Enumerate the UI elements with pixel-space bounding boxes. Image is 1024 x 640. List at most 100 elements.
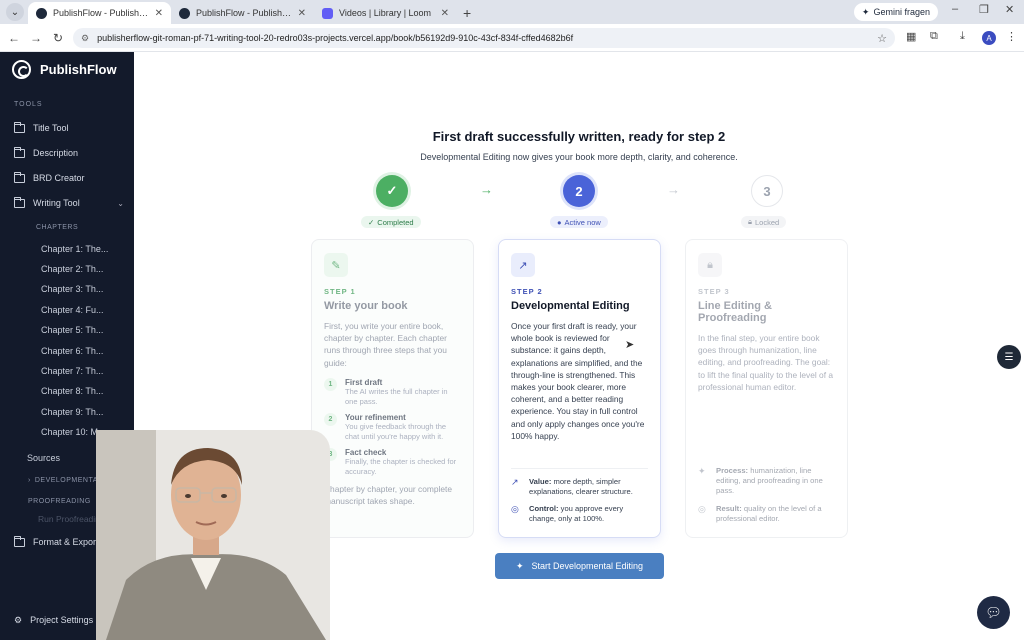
tab-search-button[interactable]: ⌄: [6, 3, 24, 21]
close-icon[interactable]: ✕: [441, 8, 449, 19]
pencil-icon: ✎: [324, 253, 348, 277]
chapter-link[interactable]: Chapter 5: Th...: [41, 325, 111, 335]
folder-icon: [14, 146, 25, 158]
control-meta: ◎ Control: you approve every change, onl…: [511, 504, 648, 524]
sparkle-icon: ✦: [515, 560, 524, 571]
status-badge-locked: 🔒︎ Locked: [741, 216, 787, 228]
browser-tab-strip: ⌄ PublishFlow - Publish Your First ✕ Pub…: [0, 0, 1024, 24]
chapter-link[interactable]: Chapter 2: Th...: [41, 264, 111, 274]
mouse-cursor-icon: ➤: [625, 339, 635, 351]
chevron-down-icon: ⌄: [117, 198, 124, 208]
arrow-right-icon: →: [667, 182, 680, 197]
download-icon[interactable]: ⤓: [960, 30, 965, 43]
forward-icon[interactable]: →: [25, 31, 47, 45]
substep-list: 1 First draft The AI writes the full cha…: [324, 377, 461, 477]
meta-key: Result:: [716, 504, 742, 513]
card-footer: Chapter by chapter, your complete manusc…: [324, 483, 453, 506]
address-bar[interactable]: ⚙ publisherflow-git-roman-pf-71-writing-…: [73, 28, 895, 48]
restore-icon[interactable]: ❐: [979, 3, 989, 16]
profile-avatar[interactable]: A: [982, 31, 996, 45]
sidebar-item-label: Title Tool: [33, 123, 69, 133]
chapter-link[interactable]: Chapter 3: Th...: [41, 284, 111, 294]
chapter-link[interactable]: Chapter 9: Th...: [41, 407, 111, 417]
bookmark-star-icon[interactable]: ☆: [877, 32, 887, 45]
substep-desc: Finally, the chapter is checked for accu…: [345, 456, 457, 476]
url-text: publisherflow-git-roman-pf-71-writing-to…: [97, 33, 574, 43]
site-info-icon[interactable]: ⚙: [81, 33, 89, 44]
substep-title: First draft: [345, 377, 383, 387]
chat-bubble-icon: 💬︎: [985, 604, 1002, 620]
lock-icon: 🔒︎: [748, 217, 752, 226]
step-1-card: ✎ STEP 1 Write your book First, you writ…: [311, 239, 474, 538]
gemini-button[interactable]: ✦ Gemini fragen: [853, 3, 938, 21]
step-3-card: 🔒︎ STEP 3 Line Editing & Proofreading In…: [685, 239, 848, 538]
badge-label: Locked: [755, 217, 780, 227]
divider: [511, 468, 648, 469]
card-title: Write your book: [324, 300, 408, 312]
chapter-link[interactable]: Chapter 7: Th...: [41, 366, 111, 376]
close-icon[interactable]: ✕: [298, 8, 306, 19]
substep-item: 1 First draft The AI writes the full cha…: [324, 377, 461, 407]
sidebar-item-label: Project Settings: [30, 615, 94, 625]
extensions-puzzle-icon[interactable]: ⧉: [930, 30, 938, 43]
lock-icon: 🔒︎: [698, 253, 722, 277]
browser-tab[interactable]: Videos | Library | Loom ✕: [314, 2, 457, 24]
tab-title: Videos | Library | Loom: [339, 8, 432, 18]
browser-menu-icon[interactable]: ⋮: [1006, 30, 1017, 43]
new-tab-icon[interactable]: +: [463, 5, 471, 21]
step-3-indicator: 3: [751, 175, 783, 207]
step-label: STEP 2: [511, 287, 543, 296]
substep-title: Your refinement: [345, 412, 406, 422]
extension-grid-icon[interactable]: ▦: [906, 30, 916, 43]
sidebar-item-brd-creator[interactable]: BRD Creator: [14, 169, 124, 187]
check-icon: ✓: [368, 217, 375, 227]
sidebar-item-label: Description: [33, 148, 79, 158]
cta-label: Start Developmental Editing: [531, 561, 644, 571]
meta-key: Control:: [529, 504, 559, 513]
brand-name: PublishFlow: [40, 62, 117, 77]
page-subtitle: Developmental Editing now gives your boo…: [420, 152, 738, 162]
substep-desc: You give feedback through the chat until…: [345, 421, 447, 441]
sidebar-item-sources[interactable]: Sources: [27, 453, 97, 463]
chevron-right-icon: ›: [28, 477, 31, 484]
tools-section-label: TOOLS: [14, 101, 43, 108]
publishflow-favicon-icon: [179, 7, 190, 19]
floating-tools-button[interactable]: ☰: [997, 345, 1021, 369]
chapter-link[interactable]: Chapter 6: Th...: [41, 346, 111, 356]
sidebar-item-title-tool[interactable]: Title Tool: [14, 119, 124, 137]
card-body: In the final step, your entire book goes…: [698, 333, 834, 392]
step-1-indicator: ✓: [376, 175, 408, 207]
close-icon[interactable]: ✕: [155, 8, 163, 19]
folder-icon: [14, 535, 25, 547]
sparkle-icon: ✦: [698, 466, 706, 476]
check-circle-icon: ◎: [698, 504, 706, 514]
browser-tab[interactable]: PublishFlow - Publish Your First ✕: [171, 2, 314, 24]
sidebar-item-writing-tool[interactable]: Writing Tool ⌄: [14, 194, 124, 212]
substep-title: Fact check: [345, 447, 387, 457]
value-meta: ↗ Value: more depth, simpler explanation…: [511, 477, 648, 497]
gemini-label: Gemini fragen: [873, 7, 930, 17]
meta-key: Value:: [529, 477, 552, 486]
browser-tab[interactable]: PublishFlow - Publish Your First ✕: [28, 2, 171, 24]
window-close-icon[interactable]: ✕: [1005, 3, 1014, 16]
card-title: Line Editing & Proofreading: [698, 300, 772, 324]
badge-label: Active now: [564, 217, 601, 227]
check-circle-icon: ◎: [511, 504, 519, 514]
chat-widget-button[interactable]: 💬︎: [977, 596, 1010, 629]
start-developmental-editing-button[interactable]: ✦ Start Developmental Editing: [495, 553, 664, 579]
substep-item: 2 Your refinement You give feedback thro…: [324, 412, 461, 442]
sidebar-item-label: Format & Export: [33, 537, 99, 547]
presenter-video: [96, 430, 330, 640]
sidebar-item-label: BRD Creator: [33, 173, 85, 183]
reload-icon[interactable]: ↻: [47, 31, 69, 45]
chapter-link[interactable]: Chapter 1: The...: [41, 244, 111, 254]
chapter-link[interactable]: Chapter 4: Fu...: [41, 305, 111, 315]
chapter-link[interactable]: Chapter 8: Th...: [41, 386, 111, 396]
trend-up-icon: ↗: [511, 253, 535, 277]
webcam-overlay: [96, 430, 330, 640]
back-icon[interactable]: ←: [3, 31, 25, 45]
status-badge-active: ● Active now: [550, 216, 608, 228]
minimize-icon[interactable]: –: [952, 3, 958, 15]
brand[interactable]: PublishFlow: [12, 60, 117, 79]
sidebar-item-description[interactable]: Description: [14, 144, 124, 162]
